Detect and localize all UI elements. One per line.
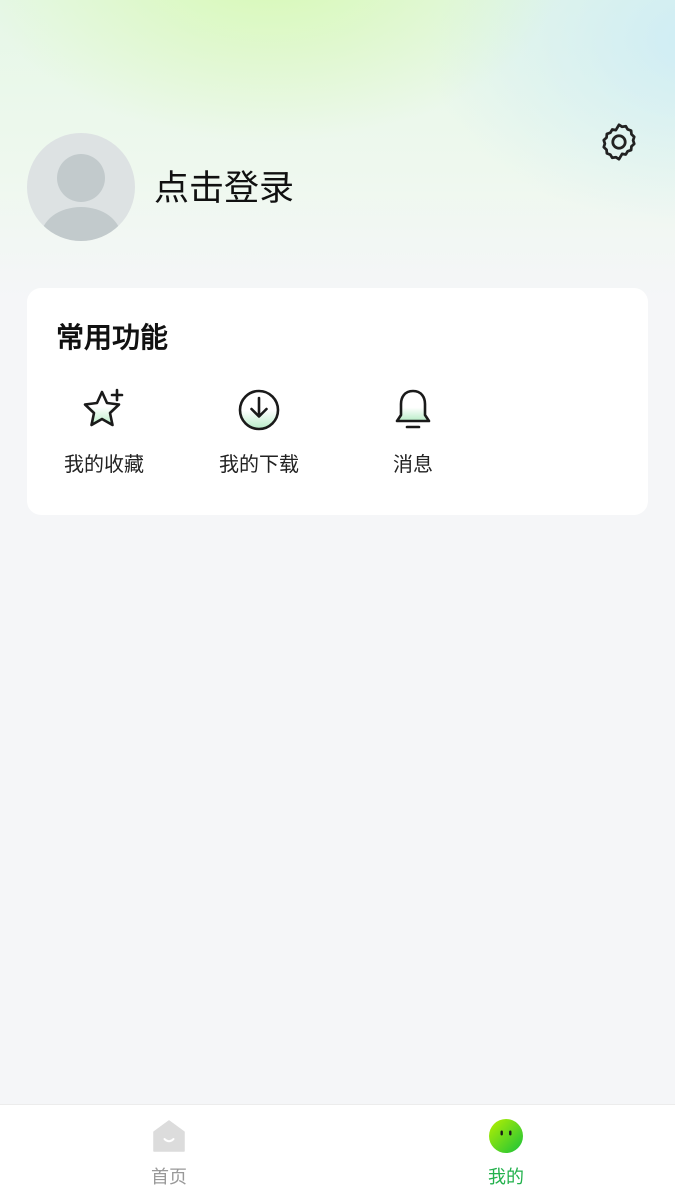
messages-button[interactable]: 消息	[343, 386, 483, 486]
home-icon	[153, 1120, 185, 1152]
avatar[interactable]	[27, 133, 135, 241]
downloads-button[interactable]: 我的下载	[189, 386, 329, 486]
downloads-label: 我的下载	[219, 452, 299, 476]
user-avatar-placeholder	[41, 154, 121, 241]
card-title: 常用功能	[56, 321, 169, 354]
favorites-button[interactable]: 我的收藏	[34, 386, 174, 486]
favorites-label: 我的收藏	[64, 452, 144, 476]
tab-home[interactable]: 首页	[109, 1105, 229, 1201]
tab-home-label: 首页	[151, 1167, 187, 1188]
common-functions-card: 常用功能 我的收藏 我的下载 消息	[27, 288, 648, 515]
gear-icon	[602, 123, 636, 161]
settings-button[interactable]	[596, 119, 642, 165]
tab-mine-label: 我的	[488, 1167, 524, 1188]
face-icon	[489, 1119, 523, 1153]
bell-icon	[395, 389, 431, 429]
messages-label: 消息	[393, 452, 433, 476]
download-circle-icon	[238, 389, 280, 431]
tab-mine[interactable]: 我的	[446, 1105, 566, 1201]
login-link[interactable]: 点击登录	[154, 166, 294, 212]
star-plus-icon	[83, 388, 124, 427]
bottom-tab-bar: 首页 我的	[0, 1104, 675, 1201]
